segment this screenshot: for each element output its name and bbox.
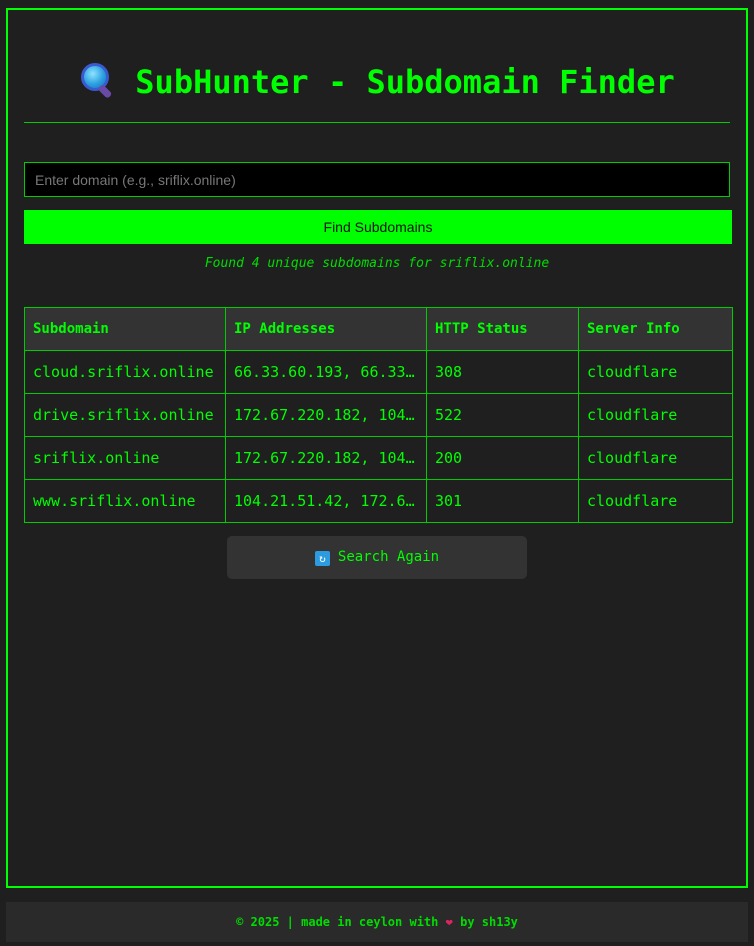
table-row: drive.sriflix.online 172.67.220.182, 104… [24,393,733,437]
page-title-text: SubHunter - Subdomain Finder [135,63,675,101]
subdomain-cell: drive.sriflix.online [24,393,226,437]
search-again-button[interactable]: ↻ Search Again [227,536,527,579]
find-subdomains-button[interactable]: Find Subdomains [24,210,732,244]
server-cell: cloudflare [578,393,733,437]
refresh-icon: ↻ [314,551,330,566]
status-cell: 301 [426,479,579,523]
app-frame: SubHunter - Subdomain Finder Find Subdom… [6,8,748,888]
column-header-server-info: Server Info [578,307,733,351]
status-cell: 308 [426,350,579,394]
subdomain-cell: sriflix.online [24,436,226,480]
server-cell: cloudflare [578,350,733,394]
server-cell: cloudflare [578,436,733,480]
ip-cell: 172.67.220.182, 104… [225,393,427,437]
footer-text-before: © 2025 | made in ceylon with [236,915,439,929]
table-row: www.sriflix.online 104.21.51.42, 172.6… … [24,479,733,523]
status-cell: 522 [426,393,579,437]
status-cell: 200 [426,436,579,480]
results-table: Subdomain IP Addresses HTTP Status Serve… [24,307,733,523]
server-cell: cloudflare [578,479,733,523]
subdomain-cell: cloud.sriflix.online [24,350,226,394]
column-header-ip-addresses: IP Addresses [225,307,427,351]
footer: © 2025 | made in ceylon with ❤ by sh13y [6,902,748,942]
search-again-label: Search Again [337,549,440,565]
table-header-row: Subdomain IP Addresses HTTP Status Serve… [24,307,733,351]
subdomain-cell: www.sriflix.online [24,479,226,523]
page-title: SubHunter - Subdomain Finder [24,60,730,104]
table-row: sriflix.online 172.67.220.182, 104… 200 … [24,436,733,480]
magnifying-glass-icon [79,63,113,99]
ip-cell: 66.33.60.193, 66.33… [225,350,427,394]
ip-cell: 104.21.51.42, 172.6… [225,479,427,523]
footer-text-after: by sh13y [460,915,518,929]
column-header-http-status: HTTP Status [426,307,579,351]
domain-input[interactable] [24,162,730,197]
heart-icon: ❤ [445,915,453,929]
column-header-subdomain: Subdomain [24,307,226,351]
ip-cell: 172.67.220.182, 104… [225,436,427,480]
result-message: Found 4 unique subdomains for sriflix.on… [204,256,550,271]
header: SubHunter - Subdomain Finder [24,60,730,123]
table-row: cloud.sriflix.online 66.33.60.193, 66.33… [24,350,733,394]
